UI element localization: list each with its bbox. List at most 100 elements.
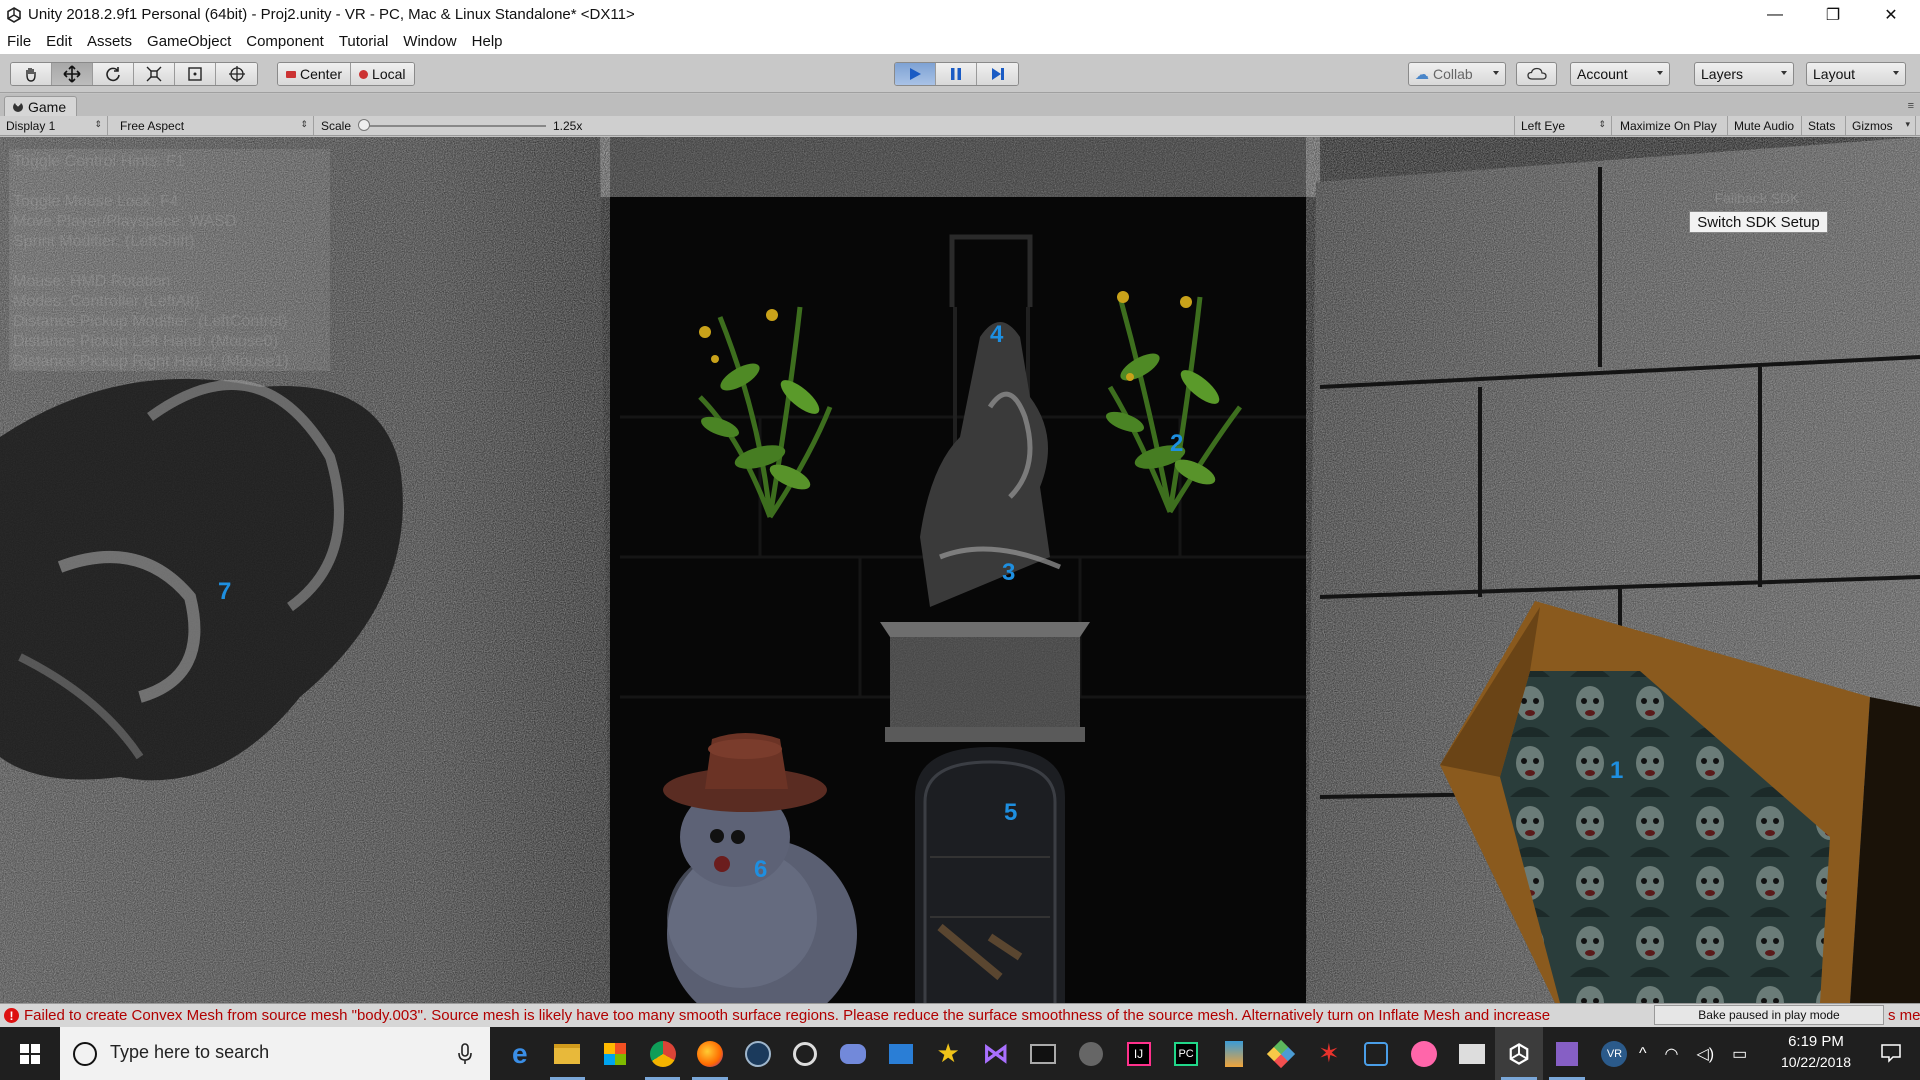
- vs-purple-icon[interactable]: [1543, 1027, 1591, 1080]
- updown-icon: ⇕: [1598, 119, 1606, 129]
- menu-window[interactable]: Window: [396, 33, 464, 50]
- chrome-icon[interactable]: [639, 1027, 687, 1080]
- hint-line: Move Player/Playspace: WASD: [13, 213, 237, 230]
- bake-status: Bake paused in play mode: [1654, 1005, 1884, 1025]
- osu-icon[interactable]: [1400, 1027, 1448, 1080]
- blender-icon[interactable]: [1210, 1027, 1258, 1080]
- notifications-icon[interactable]: [1880, 1042, 1902, 1064]
- transform-icon: [228, 66, 245, 82]
- gizmos-label: Gizmos: [1852, 118, 1893, 133]
- taskbar-clock[interactable]: 6:19 PM 10/22/2018: [1766, 1033, 1866, 1070]
- eye-select[interactable]: Left Eye ⇕: [1514, 116, 1612, 135]
- file-explorer-icon[interactable]: [544, 1027, 592, 1080]
- store-icon[interactable]: [591, 1027, 639, 1080]
- teamviewer-icon[interactable]: [1353, 1027, 1401, 1080]
- star-app-icon[interactable]: ★: [924, 1027, 972, 1080]
- tab-menu-icon[interactable]: ≡: [1908, 100, 1914, 112]
- marker-2: 2: [1170, 430, 1184, 457]
- hint-line: Mouse: HMD Rotation: [13, 273, 171, 290]
- menu-bar: File Edit Assets GameObject Component Tu…: [0, 29, 1920, 54]
- pivot-controls: Center Local: [277, 62, 415, 86]
- layers-dropdown[interactable]: Layers: [1694, 62, 1794, 86]
- visual-studio-icon[interactable]: ⋈: [972, 1027, 1020, 1080]
- rect-tool-button[interactable]: [175, 63, 216, 85]
- collab-dropdown[interactable]: ☁ Collab: [1408, 62, 1506, 86]
- marker-5: 5: [1004, 799, 1018, 826]
- scale-slider-track[interactable]: [364, 125, 546, 127]
- edge-icon[interactable]: e: [496, 1027, 544, 1080]
- tray-chevron-icon[interactable]: ^: [1639, 1045, 1647, 1063]
- error-icon: !: [4, 1008, 19, 1023]
- gizmos-dropdown[interactable]: Gizmos ▾: [1846, 116, 1916, 135]
- close-button[interactable]: ✕: [1862, 0, 1920, 29]
- pivot-local-label: Local: [372, 66, 406, 82]
- firefox-icon[interactable]: [686, 1027, 734, 1080]
- menu-edit[interactable]: Edit: [39, 33, 80, 50]
- switch-sdk-setup-button[interactable]: Switch SDK Setup: [1689, 211, 1828, 233]
- pause-button[interactable]: [936, 63, 977, 85]
- marker-6: 6: [754, 856, 768, 883]
- game-pacman-icon: [13, 101, 23, 112]
- hand-tool-button[interactable]: [11, 63, 52, 85]
- red-app-icon[interactable]: ✶: [1305, 1027, 1353, 1080]
- menu-help[interactable]: Help: [465, 33, 511, 50]
- battery-icon[interactable]: ▭: [1732, 1044, 1747, 1064]
- minimize-button[interactable]: —: [1746, 0, 1804, 29]
- git-icon[interactable]: [1258, 1027, 1306, 1080]
- game-viewport[interactable]: Toggle Control Hints: F1 Toggle Mouse Lo…: [0, 137, 1920, 1003]
- updown-icon: ⇕: [300, 119, 308, 129]
- start-button[interactable]: [0, 1027, 60, 1080]
- aspect-select[interactable]: Free Aspect ⇕: [114, 116, 314, 135]
- menu-tutorial[interactable]: Tutorial: [332, 33, 396, 50]
- hand-icon: [26, 68, 36, 82]
- menu-component[interactable]: Component: [239, 33, 332, 50]
- aspect-label: Free Aspect: [120, 118, 185, 133]
- scale-icon: [146, 66, 162, 82]
- steam-icon[interactable]: [734, 1027, 782, 1080]
- taskbar-app-icons: e ★ ⋈ IJ PC ✶ VR: [496, 1027, 1638, 1080]
- cloud-upload-icon: ☁: [1415, 65, 1429, 82]
- obs-icon[interactable]: [782, 1027, 830, 1080]
- microphone-icon[interactable]: [458, 1043, 472, 1065]
- discord-icon[interactable]: [829, 1027, 877, 1080]
- scale-tool-button[interactable]: [134, 63, 175, 85]
- mute-audio-toggle[interactable]: Mute Audio: [1728, 116, 1802, 135]
- system-tray: ^ ◠ ◁) ▭: [1630, 1027, 1756, 1080]
- console-status-bar[interactable]: ! Failed to create Convex Mesh from sour…: [0, 1003, 1920, 1027]
- hint-line: Distance Pickup Left Hand: (Mouse0): [13, 333, 279, 350]
- marker-4: 4: [990, 321, 1004, 348]
- stats-toggle[interactable]: Stats: [1802, 116, 1846, 135]
- volume-icon[interactable]: ◁): [1696, 1044, 1714, 1064]
- console-message: Failed to create Convex Mesh from source…: [24, 1007, 1551, 1024]
- account-dropdown[interactable]: Account: [1570, 62, 1670, 86]
- pivot-center-button[interactable]: Center: [278, 63, 352, 85]
- scale-slider-handle[interactable]: [358, 119, 370, 131]
- play-button[interactable]: [895, 63, 936, 85]
- maximize-on-play-toggle[interactable]: Maximize On Play: [1614, 116, 1728, 135]
- photos-icon[interactable]: [1448, 1027, 1496, 1080]
- taskbar-search-box[interactable]: Type here to search: [60, 1027, 490, 1080]
- menu-gameobject[interactable]: GameObject: [140, 33, 239, 50]
- pycharm-icon[interactable]: PC: [1162, 1027, 1210, 1080]
- transform-tool-button[interactable]: [216, 63, 257, 85]
- menu-file[interactable]: File: [0, 33, 39, 50]
- network-icon[interactable]: ◠: [1665, 1044, 1679, 1064]
- maximize-button[interactable]: ❐: [1804, 0, 1862, 29]
- move-tool-button[interactable]: [52, 63, 93, 85]
- step-button[interactable]: [977, 63, 1018, 85]
- unity-icon[interactable]: [1495, 1027, 1544, 1080]
- outlook-icon[interactable]: [877, 1027, 925, 1080]
- pivot-local-button[interactable]: Local: [351, 63, 414, 85]
- search-placeholder: Type here to search: [110, 1042, 270, 1062]
- cloud-button[interactable]: [1516, 62, 1557, 86]
- layout-dropdown[interactable]: Layout: [1806, 62, 1906, 86]
- intellij-icon[interactable]: IJ: [1115, 1027, 1163, 1080]
- cortana-icon: [73, 1042, 97, 1066]
- tab-game[interactable]: Game: [4, 96, 78, 116]
- menu-assets[interactable]: Assets: [80, 33, 140, 50]
- terminal-icon[interactable]: [1020, 1027, 1068, 1080]
- pivot-center-label: Center: [300, 66, 343, 82]
- rotate-tool-button[interactable]: [93, 63, 134, 85]
- display-select[interactable]: Display 1 ⇕: [0, 116, 108, 135]
- app-face-icon[interactable]: [1067, 1027, 1115, 1080]
